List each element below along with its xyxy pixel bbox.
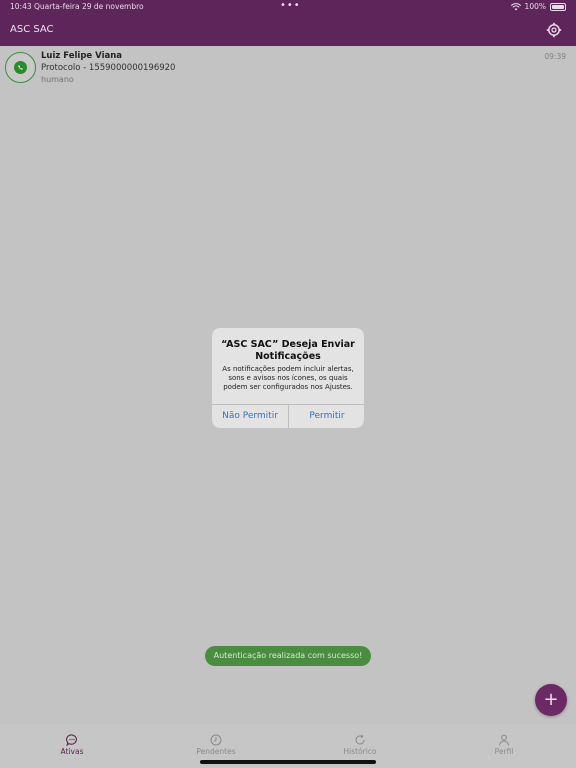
deny-button[interactable]: Não Permitir (212, 405, 288, 428)
protocol-number: Protocolo - 1559000000196920 (41, 63, 176, 73)
dialog-message: As notificações podem incluir alertas, s… (222, 365, 354, 391)
tab-label: Ativas (60, 747, 84, 756)
status-bar: 10:43 Quarta-feira 29 de novembro ••• 10… (0, 0, 576, 14)
clock-icon (210, 734, 222, 746)
home-indicator[interactable] (200, 760, 376, 764)
tab-ativas[interactable]: Ativas (0, 724, 144, 768)
wifi-icon (510, 2, 521, 10)
chat-icon (66, 734, 77, 746)
avatar (5, 52, 36, 83)
user-icon (499, 734, 509, 746)
dialog-title: “ASC SAC” Deseja Enviar Notificações (221, 339, 355, 362)
tab-label: Perfil (494, 747, 514, 756)
status-right: 100% (510, 2, 566, 11)
battery-icon (550, 2, 566, 11)
success-toast: Autenticação realizada com sucesso! (205, 646, 371, 666)
tab-label: Pendentes (196, 747, 236, 756)
agent-type: humano (41, 75, 74, 84)
whatsapp-icon (14, 61, 27, 74)
notification-permission-dialog: “ASC SAC” Deseja Enviar Notificações As … (212, 328, 364, 428)
add-conversation-button[interactable]: + (535, 684, 567, 716)
allow-button[interactable]: Permitir (289, 405, 364, 428)
refresh-icon (355, 734, 365, 745)
tab-perfil[interactable]: Perfil (432, 724, 576, 768)
contact-name: Luiz Felipe Viana (41, 51, 123, 61)
app-title: ASC SAC (10, 24, 54, 35)
battery-percent: 100% (524, 2, 546, 11)
multitasking-dots[interactable]: ••• (280, 0, 301, 11)
status-time: 10:43 (10, 2, 32, 11)
app-bar: ASC SAC (0, 14, 576, 46)
message-time: 09:39 (544, 52, 566, 61)
tab-label: Histórico (343, 747, 377, 756)
status-date: Quarta-feira 29 de novembro (34, 2, 144, 11)
gear-icon[interactable] (546, 22, 562, 38)
